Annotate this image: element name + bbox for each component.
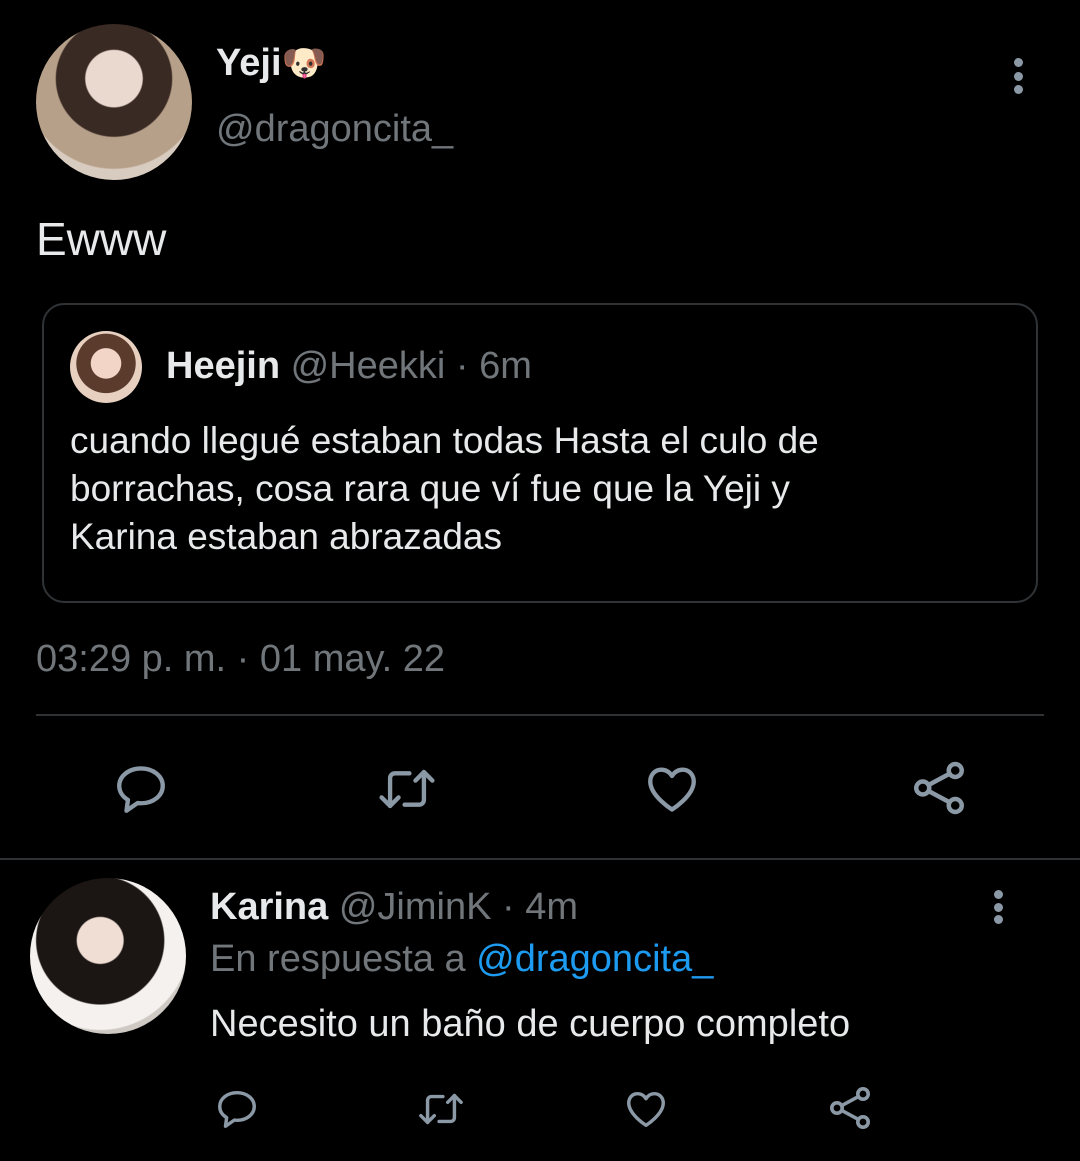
quoted-display-name: Heejin	[166, 345, 281, 387]
retweet-icon[interactable]	[374, 760, 440, 818]
main-tweet-handle[interactable]: @dragoncita_	[216, 106, 453, 152]
quoted-text-line: cuando llegué estaban todas Hasta el cul…	[70, 420, 819, 461]
avatar-yeji[interactable]	[36, 24, 192, 180]
reply-icon[interactable]	[112, 760, 170, 818]
display-name-text: Yeji	[216, 42, 282, 84]
main-tweet-text: Ewww	[36, 213, 167, 265]
heart-icon[interactable]	[642, 760, 702, 818]
replying-to: En respuesta a @dragoncita_	[210, 936, 713, 982]
reply-text: Necesito un baño de cuerpo completo	[210, 1003, 851, 1045]
retweet-icon[interactable]	[414, 1086, 468, 1132]
timestamp-divider	[36, 714, 1044, 716]
dog-emoji-icon: 🐶	[281, 42, 327, 83]
quoted-tweet-header: Heejin @Heekki · 6m	[166, 343, 532, 389]
heart-icon[interactable]	[622, 1086, 670, 1132]
avatar-heejin	[70, 331, 142, 403]
quoted-tweet-card[interactable]: Heejin @Heekki · 6m cuando llegué estaba…	[42, 303, 1038, 603]
quoted-handle: @Heekki	[290, 345, 446, 387]
more-vertical-icon[interactable]	[1012, 58, 1024, 94]
quoted-time: · 6m	[455, 345, 532, 387]
avatar-karina[interactable]	[30, 878, 186, 1034]
main-tweet-display-name[interactable]: Yeji🐶	[216, 40, 326, 86]
quoted-text-line: Karina estaban abrazadas	[70, 516, 502, 557]
main-tweet-timestamp[interactable]: 03:29 p. m. · 01 may. 22	[36, 636, 445, 682]
quoted-tweet-text: cuando llegué estaban todas Hasta el cul…	[70, 417, 819, 561]
tweet-separator	[0, 858, 1080, 860]
replying-to-handle-link[interactable]: @dragoncita_	[476, 938, 713, 980]
reply-icon[interactable]	[214, 1086, 260, 1132]
quoted-text-line: borrachas, cosa rara que ví fue que la Y…	[70, 468, 790, 509]
reply-display-name[interactable]: Karina	[210, 886, 328, 928]
reply-more-vertical-icon[interactable]	[992, 890, 1004, 924]
share-icon[interactable]	[908, 758, 970, 818]
reply-header: Karina @JiminK · 4m	[210, 884, 578, 930]
reply-time: · 4m	[502, 886, 578, 928]
replying-to-label: En respuesta a	[210, 938, 466, 980]
reply-handle[interactable]: @JiminK	[339, 886, 492, 928]
share-icon[interactable]	[826, 1084, 874, 1132]
